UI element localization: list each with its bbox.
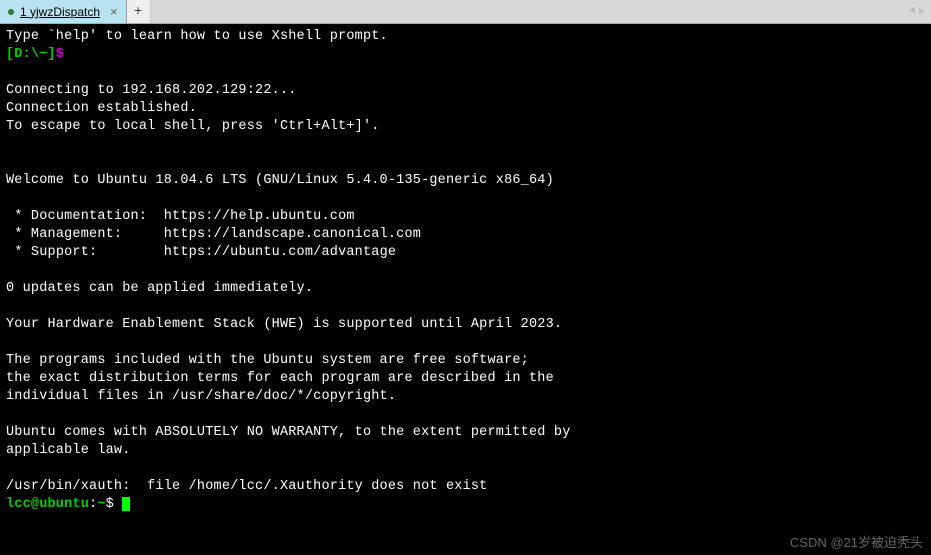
welcome-line: Welcome to Ubuntu 18.04.6 LTS (GNU/Linux… [6,173,554,188]
connection-status-icon [8,9,14,15]
remote-prompt-user: lcc@ubuntu [6,497,89,512]
support-line: * Support: https://ubuntu.com/advantage [6,245,396,260]
close-icon[interactable]: × [110,4,118,19]
tab-bar: 1 yjwzDispatch × + ◄ ▶ [0,0,931,24]
new-tab-button[interactable]: + [127,0,151,23]
connecting-line: Connecting to 192.168.202.129:22... [6,83,297,98]
xauth-line: /usr/bin/xauth: file /home/lcc/.Xauthori… [6,479,487,494]
programs-line-1: The programs included with the Ubuntu sy… [6,353,529,368]
management-line: * Management: https://landscape.canonica… [6,227,421,242]
remote-prompt-path: ~ [97,497,105,512]
terminal[interactable]: Type `help' to learn how to use Xshell p… [0,24,931,555]
documentation-line: * Documentation: https://help.ubuntu.com [6,209,355,224]
nav-right-icon[interactable]: ▶ [919,6,925,18]
warranty-line-2: applicable law. [6,443,131,458]
tab-session[interactable]: 1 yjwzDispatch × [0,0,127,23]
updates-line: 0 updates can be applied immediately. [6,281,313,296]
local-prompt-dollar: $ [56,47,64,62]
cursor-icon [122,497,130,511]
programs-line-2: the exact distribution terms for each pr… [6,371,554,386]
escape-line: To escape to local shell, press 'Ctrl+Al… [6,119,380,134]
tab-label: 1 yjwzDispatch [20,5,100,19]
connected-line: Connection established. [6,101,197,116]
help-text: Type `help' to learn how to use Xshell p… [6,29,388,44]
remote-prompt-dollar: $ [106,497,123,512]
hwe-line: Your Hardware Enablement Stack (HWE) is … [6,317,562,332]
local-prompt-path: [D:\~] [6,47,56,62]
nav-left-icon[interactable]: ◄ [909,6,915,17]
warranty-line-1: Ubuntu comes with ABSOLUTELY NO WARRANTY… [6,425,571,440]
tab-nav: ◄ ▶ [909,0,931,23]
programs-line-3: individual files in /usr/share/doc/*/cop… [6,389,396,404]
